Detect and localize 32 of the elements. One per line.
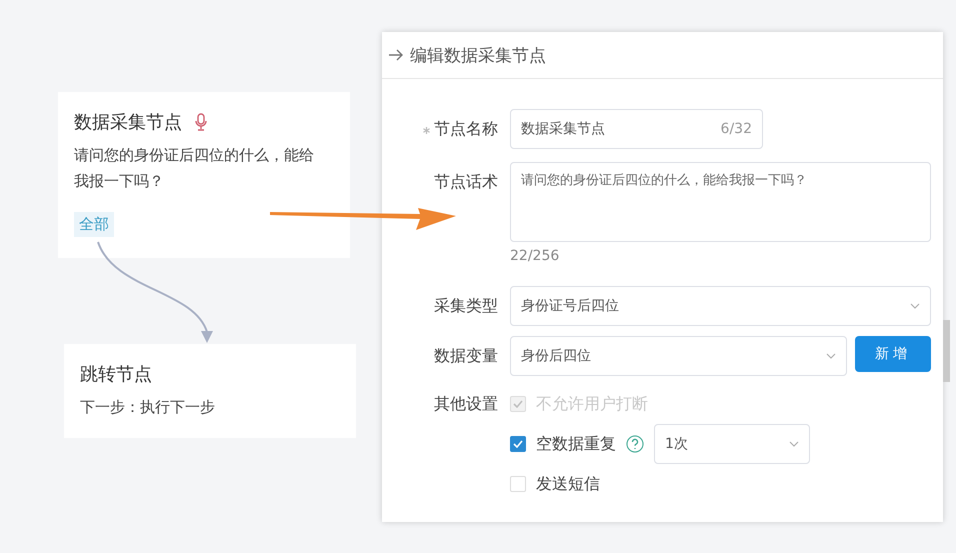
panel-title: 编辑数据采集节点: [410, 44, 546, 66]
option-label: 发送短信: [536, 474, 600, 494]
chevron-down-icon: [789, 441, 799, 447]
script-textarea[interactable]: 请问您的身份证后四位的什么，能给我报一下吗？: [510, 162, 931, 242]
repeat-count-select[interactable]: 1次: [654, 424, 810, 464]
node-card[interactable]: 跳转节点 下一步：执行下一步: [64, 344, 356, 438]
node-title: 数据采集节点: [74, 111, 182, 134]
help-icon[interactable]: [626, 435, 644, 453]
field-label: 数据变量: [433, 345, 498, 367]
arrow-right-icon[interactable]: [388, 49, 404, 61]
char-count: 6/32: [720, 121, 752, 137]
node-text: 请问您的身份证后四位的什么，能给我报一下吗？: [74, 145, 314, 192]
field-label: 节点话术: [433, 171, 498, 193]
node-card[interactable]: 数据采集节点 请问您的身份证后四位的什么，能给我报一下吗？ 全部: [58, 92, 350, 258]
microphone-icon: [194, 113, 208, 131]
node-name-field[interactable]: 数据采集节点 6/32: [510, 109, 763, 149]
node-text: 下一步：执行下一步: [80, 397, 216, 418]
add-button[interactable]: 新增: [855, 336, 931, 372]
chevron-down-icon: [826, 353, 836, 359]
field-label: 其他设置: [433, 393, 498, 415]
collect-type-select[interactable]: 身份证号后四位: [510, 286, 931, 326]
node-title: 跳转节点: [80, 363, 152, 386]
option-label: 空数据重复: [536, 434, 616, 454]
variable-select[interactable]: 身份后四位: [510, 336, 847, 376]
field-label: 节点名称: [412, 109, 498, 150]
checkmark-icon: [513, 440, 523, 448]
char-count: 22/256: [510, 248, 560, 264]
checkbox[interactable]: [510, 436, 526, 452]
field-label: 采集类型: [433, 295, 498, 317]
checkmark-icon: [513, 400, 523, 408]
scrollbar-thumb[interactable]: [943, 320, 950, 382]
chevron-down-icon: [910, 303, 920, 309]
